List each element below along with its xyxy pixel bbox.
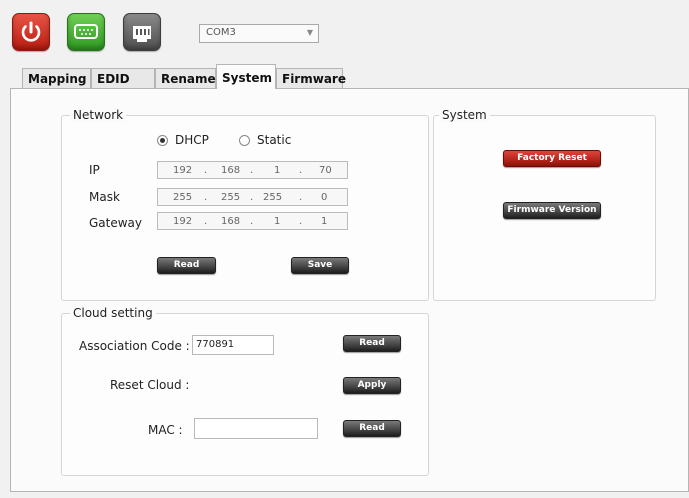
factory-reset-button[interactable]: Factory Reset [503, 150, 601, 167]
power-button[interactable] [12, 13, 50, 51]
tab-edid[interactable]: EDID [91, 68, 155, 88]
mask-field[interactable]: 255. 255. 255. 0 [157, 188, 348, 206]
gateway-field[interactable]: 192. 168. 1. 1 [157, 212, 348, 230]
chevron-down-icon: ▼ [306, 28, 313, 37]
mask-label: Mask [89, 190, 120, 204]
tab-rename[interactable]: Rename [155, 68, 216, 88]
cloud-setting-legend: Cloud setting [70, 306, 156, 320]
association-read-button[interactable]: Read [343, 335, 401, 352]
dhcp-label: DHCP [175, 133, 209, 147]
ip-address-field[interactable]: 192. 168. 1. 70 [157, 161, 348, 179]
mac-field[interactable] [194, 418, 318, 439]
tab-mapping[interactable]: Mapping [22, 68, 91, 88]
ethernet-icon [133, 26, 151, 42]
gateway-label: Gateway [89, 216, 143, 230]
association-code-field[interactable]: 770891 [192, 335, 274, 355]
static-radio[interactable] [239, 135, 250, 146]
tab-system[interactable]: System [216, 64, 276, 89]
network-save-button[interactable]: Save [291, 257, 349, 274]
com-port-value: COM3 [206, 27, 236, 38]
network-legend: Network [70, 108, 127, 122]
ip-label: IP [89, 163, 100, 177]
reset-cloud-label: Reset Cloud : [110, 378, 190, 392]
power-icon [21, 21, 41, 42]
dhcp-radio[interactable] [157, 135, 168, 146]
tab-firmware[interactable]: Firmware [276, 68, 346, 88]
serial-port-button[interactable] [67, 13, 105, 51]
com-port-select[interactable]: COM3 ▼ [199, 24, 319, 43]
mac-label: MAC : [148, 423, 183, 437]
reset-cloud-apply-button[interactable]: Apply [343, 377, 401, 394]
static-label: Static [257, 133, 292, 147]
serial-port-icon [74, 24, 98, 39]
mac-read-button[interactable]: Read [343, 420, 401, 437]
firmware-version-button[interactable]: Firmware Version [503, 202, 601, 219]
ethernet-button[interactable] [123, 13, 161, 51]
network-read-button[interactable]: Read [157, 257, 216, 274]
association-code-label: Association Code : [79, 339, 190, 353]
system-legend: System [439, 108, 490, 122]
